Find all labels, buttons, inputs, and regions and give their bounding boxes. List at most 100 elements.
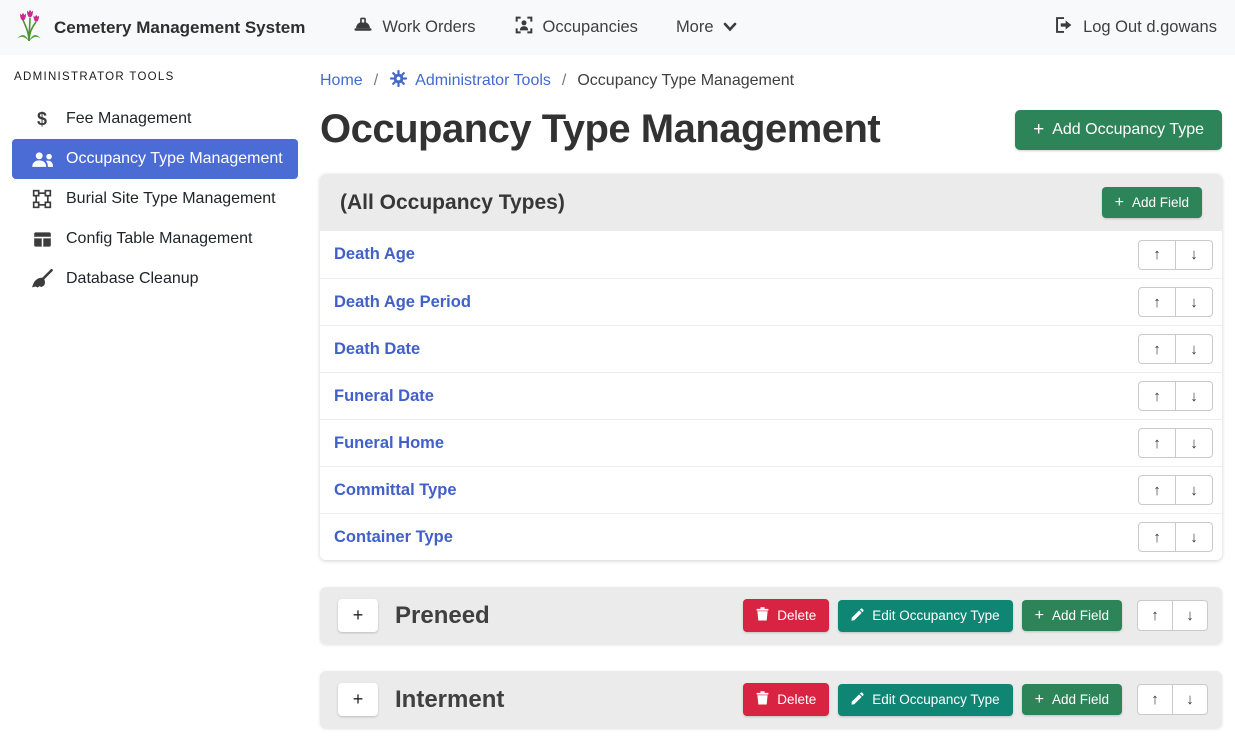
pencil-icon (851, 608, 864, 624)
gear-icon (389, 69, 408, 93)
move-up-button[interactable]: ↑ (1137, 684, 1173, 715)
delete-label: Delete (777, 608, 816, 623)
move-up-button[interactable]: ↑ (1138, 475, 1176, 505)
broom-icon (30, 269, 54, 289)
field-row: Committal Type ↑ ↓ (320, 466, 1222, 513)
logout-label: Log Out d.gowans (1083, 18, 1217, 37)
edit-occupancy-type-label: Edit Occupancy Type (872, 692, 999, 707)
delete-button[interactable]: Delete (743, 599, 829, 632)
card-title: (All Occupancy Types) (340, 191, 565, 215)
field-row: Death Date ↑ ↓ (320, 325, 1222, 372)
delete-label: Delete (777, 692, 816, 707)
move-up-button[interactable]: ↑ (1138, 287, 1176, 317)
section-interment: + Interment Delete (320, 671, 1222, 728)
expand-button[interactable]: + (338, 599, 378, 632)
field-link-funeral-home[interactable]: Funeral Home (334, 434, 444, 453)
field-link-container-type[interactable]: Container Type (334, 528, 453, 547)
edit-occupancy-type-button[interactable]: Edit Occupancy Type (838, 600, 1012, 632)
edit-occupancy-type-button[interactable]: Edit Occupancy Type (838, 684, 1012, 716)
move-up-button[interactable]: ↑ (1137, 600, 1173, 631)
sidebar: ADMINISTRATOR TOOLS $ Fee Management Occ… (0, 55, 310, 738)
breadcrumb: Home / (320, 65, 1222, 93)
move-up-button[interactable]: ↑ (1138, 334, 1176, 364)
nav-item-label: Occupancies (543, 18, 638, 37)
move-down-button[interactable]: ↓ (1175, 475, 1213, 505)
move-down-button[interactable]: ↓ (1175, 240, 1213, 270)
add-field-label: Add Field (1052, 608, 1109, 623)
page-title: Occupancy Type Management (320, 107, 880, 152)
add-field-label: Add Field (1052, 692, 1109, 707)
nav-item-occupancies[interactable]: Occupancies (514, 15, 638, 40)
expand-button[interactable]: + (338, 683, 378, 716)
section-title: Interment (395, 686, 504, 714)
move-up-button[interactable]: ↑ (1138, 381, 1176, 411)
main-content: Home / (320, 55, 1222, 738)
title-row: Occupancy Type Management + Add Occupanc… (320, 107, 1222, 152)
all-occupancy-types-header: (All Occupancy Types) + Add Field (320, 174, 1222, 231)
plus-icon: + (1035, 694, 1044, 706)
section-actions: Delete Edit Occupancy Type + Add Field (743, 683, 1208, 716)
move-down-button[interactable]: ↓ (1175, 522, 1213, 552)
field-row: Funeral Date ↑ ↓ (320, 372, 1222, 419)
reorder-buttons: ↑ ↓ (1138, 522, 1213, 552)
trash-icon (756, 607, 769, 624)
field-link-committal-type[interactable]: Committal Type (334, 481, 457, 500)
move-up-button[interactable]: ↑ (1138, 522, 1176, 552)
sidebar-heading: ADMINISTRATOR TOOLS (0, 61, 310, 99)
move-down-button[interactable]: ↓ (1172, 684, 1208, 715)
reorder-buttons: ↑ ↓ (1138, 240, 1213, 270)
field-row: Death Age ↑ ↓ (320, 231, 1222, 278)
add-field-button[interactable]: + Add Field (1022, 600, 1122, 631)
brand[interactable]: Cemetery Management System (14, 7, 305, 48)
trash-icon (756, 691, 769, 708)
logout-button[interactable]: Log Out d.gowans (1054, 16, 1217, 39)
nav-item-label: More (676, 18, 714, 37)
sidebar-item-label: Occupancy Type Management (66, 150, 283, 168)
sidebar-item-burial-site-type-management[interactable]: Burial Site Type Management (12, 179, 298, 219)
vector-square-icon (30, 189, 54, 209)
field-link-death-age[interactable]: Death Age (334, 245, 415, 264)
nav-item-label: Work Orders (382, 18, 475, 37)
move-up-button[interactable]: ↑ (1138, 240, 1176, 270)
nav-item-work-orders[interactable]: Work Orders (353, 16, 475, 39)
breadcrumb-home-link[interactable]: Home (320, 72, 363, 90)
chevron-down-icon (723, 18, 737, 37)
move-down-button[interactable]: ↓ (1172, 600, 1208, 631)
add-occupancy-type-label: Add Occupancy Type (1052, 121, 1204, 139)
breadcrumb-current: Occupancy Type Management (577, 72, 794, 90)
nav-item-more[interactable]: More (676, 18, 737, 37)
sidebar-item-label: Fee Management (66, 110, 191, 128)
move-down-button[interactable]: ↓ (1175, 334, 1213, 364)
move-down-button[interactable]: ↓ (1175, 287, 1213, 317)
users-icon (30, 151, 54, 168)
breadcrumb-label: Home (320, 72, 363, 90)
sidebar-item-database-cleanup[interactable]: Database Cleanup (12, 259, 298, 299)
section-title: Preneed (395, 602, 490, 630)
reorder-buttons: ↑ ↓ (1137, 684, 1208, 715)
field-link-funeral-date[interactable]: Funeral Date (334, 387, 434, 406)
field-row: Funeral Home ↑ ↓ (320, 419, 1222, 466)
field-link-death-age-period[interactable]: Death Age Period (334, 293, 471, 312)
reorder-buttons: ↑ ↓ (1137, 600, 1208, 631)
breadcrumb-admin-tools-link[interactable]: Administrator Tools (389, 69, 551, 93)
sidebar-item-label: Config Table Management (66, 230, 253, 248)
add-field-button[interactable]: + Add Field (1102, 187, 1202, 218)
top-navbar: Cemetery Management System Work Orders (0, 0, 1235, 55)
sidebar-item-config-table-management[interactable]: Config Table Management (12, 219, 298, 259)
reorder-buttons: ↑ ↓ (1138, 475, 1213, 505)
table-icon (30, 231, 54, 248)
app-window: Cemetery Management System Work Orders (0, 0, 1235, 738)
field-link-death-date[interactable]: Death Date (334, 340, 420, 359)
occupancy-frame-icon (514, 15, 534, 40)
plus-icon: + (1035, 610, 1044, 622)
sign-out-icon (1054, 16, 1074, 39)
add-field-button[interactable]: + Add Field (1022, 684, 1122, 715)
delete-button[interactable]: Delete (743, 683, 829, 716)
reorder-buttons: ↑ ↓ (1138, 334, 1213, 364)
move-down-button[interactable]: ↓ (1175, 381, 1213, 411)
add-occupancy-type-button[interactable]: + Add Occupancy Type (1015, 110, 1222, 150)
move-down-button[interactable]: ↓ (1175, 428, 1213, 458)
move-up-button[interactable]: ↑ (1138, 428, 1176, 458)
sidebar-item-fee-management[interactable]: $ Fee Management (12, 99, 298, 139)
sidebar-item-occupancy-type-management[interactable]: Occupancy Type Management (12, 139, 298, 179)
